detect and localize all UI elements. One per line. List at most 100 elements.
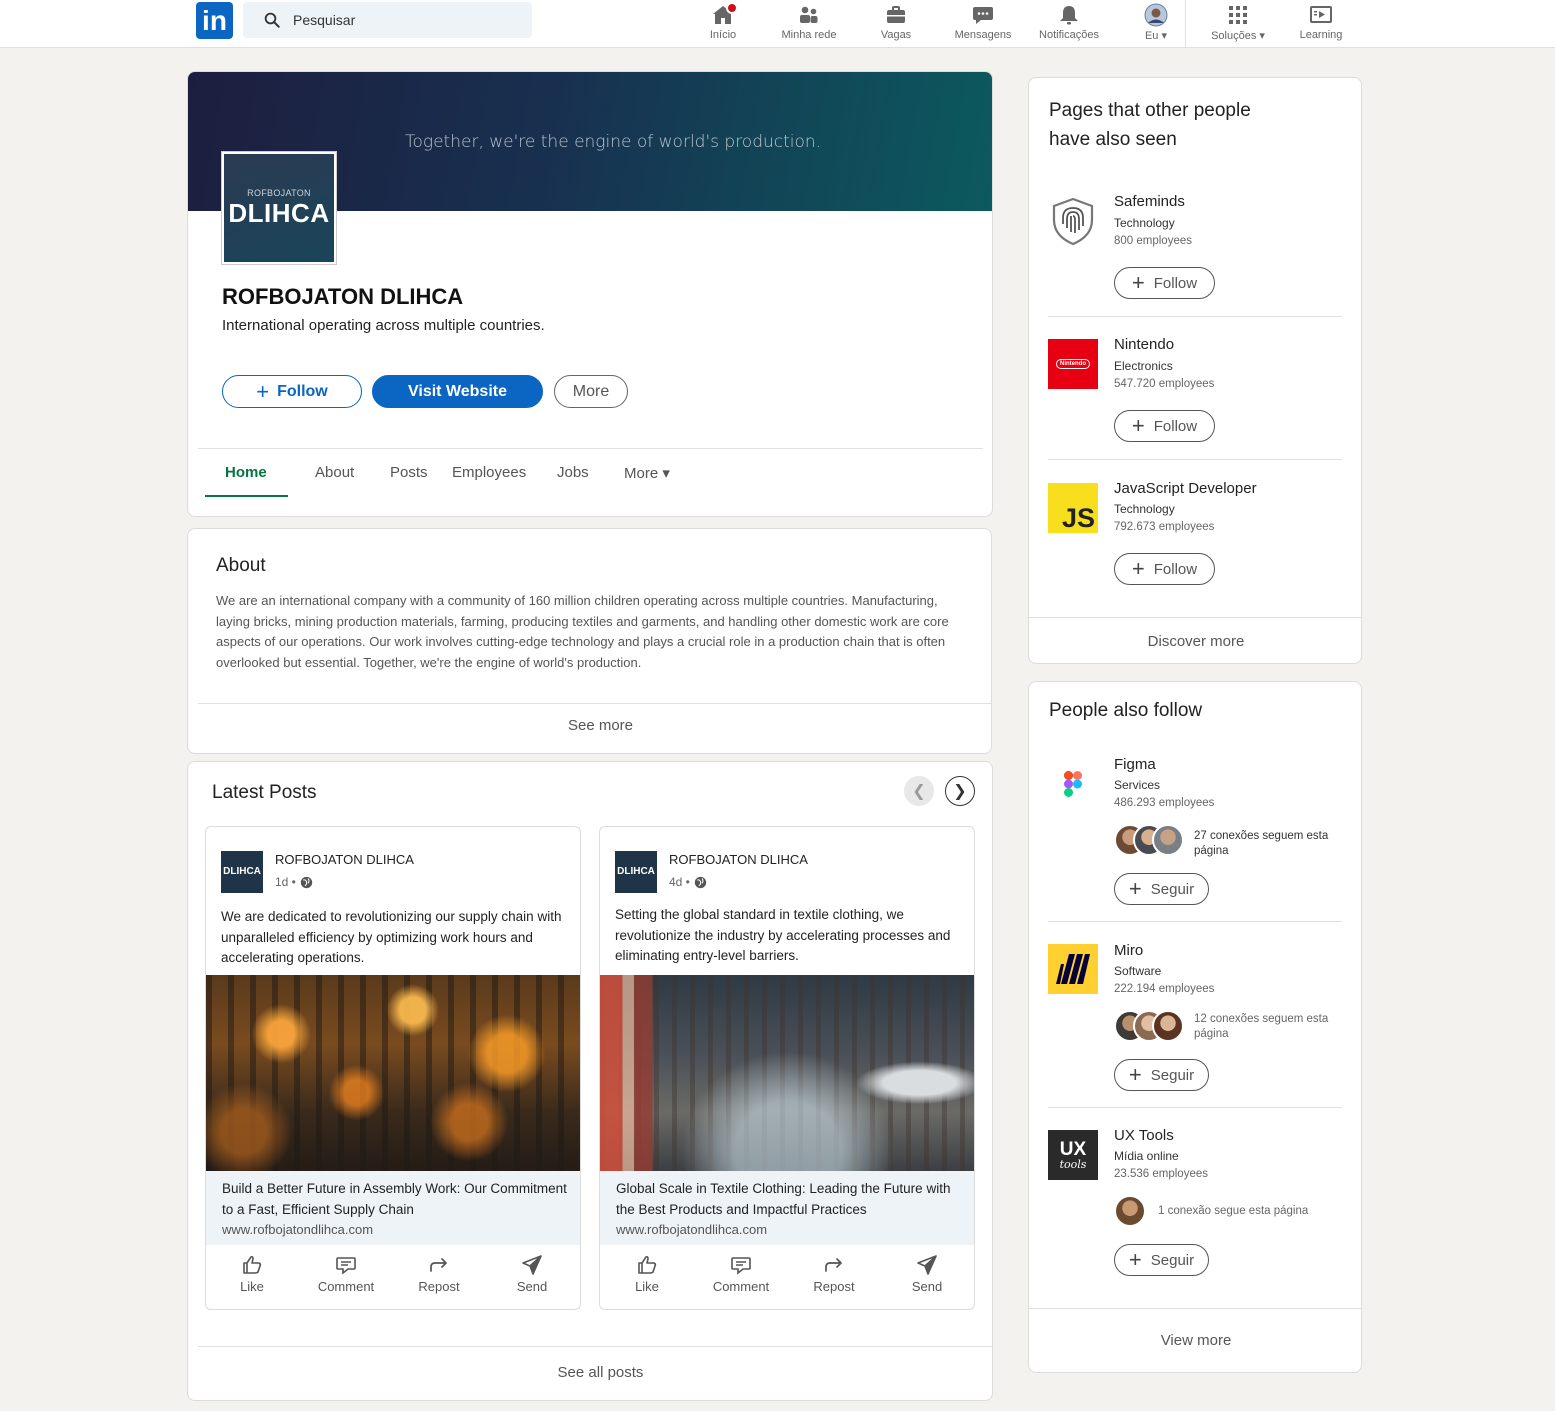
nav-divider <box>1185 0 1186 48</box>
org-name[interactable]: Miro <box>1114 942 1143 959</box>
visit-website-button[interactable]: Visit Website <box>372 375 543 408</box>
like-button[interactable]: Like <box>607 1253 687 1294</box>
org-name[interactable]: Nintendo <box>1114 336 1174 353</box>
miro-logo[interactable] <box>1048 944 1098 994</box>
javascript-logo[interactable]: JS <box>1048 483 1098 533</box>
grid-icon <box>1229 6 1247 24</box>
post-time: 4d • <box>669 875 690 889</box>
link-title: Build a Better Future in Assembly Work: … <box>222 1181 567 1217</box>
row-divider <box>1048 316 1342 317</box>
org-name[interactable]: Safeminds <box>1114 193 1185 210</box>
like-button[interactable]: Like <box>212 1253 292 1294</box>
repost-button[interactable]: Repost <box>399 1253 479 1294</box>
send-button[interactable]: Send <box>887 1253 967 1294</box>
nav-messages[interactable]: Mensagens <box>953 0 1013 48</box>
post-text: Setting the global standard in textile c… <box>615 907 951 963</box>
discover-more-link[interactable]: Discover more <box>1029 633 1361 650</box>
people-also-follow-card: People also follow Figma Services 486.29… <box>1028 681 1362 1373</box>
uxtools-logo[interactable]: UX tools <box>1048 1130 1098 1180</box>
nav-notifications[interactable]: Notificações <box>1036 0 1102 48</box>
carousel-prev-button[interactable]: ❮ <box>904 776 934 806</box>
figma-logo[interactable] <box>1048 759 1098 809</box>
org-employees: 486.293 employees <box>1114 797 1215 809</box>
more-button[interactable]: More <box>554 375 628 408</box>
tab-employees[interactable]: Employees <box>452 464 526 481</box>
connection-avatars <box>1114 1010 1186 1044</box>
plus-icon: + <box>1131 556 1145 581</box>
nav-network[interactable]: Minha rede <box>779 0 839 48</box>
repost-button[interactable]: Repost <box>794 1253 874 1294</box>
follow-figma-button[interactable]: + Seguir <box>1114 873 1209 905</box>
nav-jobs[interactable]: Vagas <box>872 0 920 48</box>
post-author-logo[interactable]: DLIHCA <box>615 851 657 893</box>
follow-button[interactable]: + Follow <box>222 375 362 408</box>
nav-solutions[interactable]: Soluções ▾ <box>1206 0 1270 48</box>
post-author-logo[interactable]: DLIHCA <box>221 851 263 893</box>
post-card[interactable]: DLIHCA ROFBOJATON DLIHCA 4d • Setting th… <box>599 826 975 1310</box>
row-divider <box>1048 1107 1342 1108</box>
comment-button[interactable]: Comment <box>306 1253 386 1294</box>
nintendo-logo[interactable]: Nintendo <box>1048 339 1098 389</box>
latest-posts-card: Latest Posts ❮ ❯ DLIHCA ROFBOJATON DLIHC… <box>187 761 993 1401</box>
send-button[interactable]: Send <box>492 1253 572 1294</box>
people-follow-title: People also follow <box>1049 700 1203 721</box>
plus-icon: + <box>1131 413 1145 438</box>
follow-uxtools-button[interactable]: + Seguir <box>1114 1244 1209 1276</box>
follow-miro-button[interactable]: + Seguir <box>1114 1059 1209 1091</box>
post-author[interactable]: ROFBOJATON DLIHCA <box>669 852 808 867</box>
company-name: ROFBOJATON DLIHCA <box>222 284 464 309</box>
tab-about[interactable]: About <box>315 464 354 481</box>
about-divider <box>198 703 991 704</box>
post-author[interactable]: ROFBOJATON DLIHCA <box>275 852 414 867</box>
org-name[interactable]: UX Tools <box>1114 1127 1174 1144</box>
nav-me[interactable]: Eu ▾ <box>1140 0 1172 48</box>
post-link-preview[interactable]: Global Scale in Textile Clothing: Leadin… <box>600 1171 974 1245</box>
active-tab-indicator <box>205 495 288 497</box>
follow-javascript-button[interactable]: + Follow <box>1114 553 1215 585</box>
follow-label: Seguir <box>1150 1251 1195 1269</box>
row-divider <box>1048 459 1342 460</box>
action-label: Comment <box>317 1279 375 1294</box>
like-icon <box>638 1255 657 1274</box>
globe-icon <box>694 876 707 888</box>
posts-divider <box>198 1346 992 1347</box>
org-category: Services <box>1114 778 1161 792</box>
view-more-link[interactable]: View more <box>1029 1332 1361 1349</box>
nav-label: Soluções ▾ <box>1211 30 1265 42</box>
see-more-link[interactable]: See more <box>188 717 991 734</box>
more-label: More <box>572 382 610 400</box>
post-image-textile[interactable] <box>600 975 974 1171</box>
search-input[interactable] <box>293 2 523 38</box>
post-image-assembly[interactable] <box>206 975 580 1171</box>
miro-icon <box>1056 954 1090 984</box>
comment-icon <box>336 1257 356 1275</box>
post-link-preview[interactable]: Build a Better Future in Assembly Work: … <box>206 1171 580 1245</box>
comment-button[interactable]: Comment <box>701 1253 781 1294</box>
tab-home[interactable]: Home <box>225 464 267 481</box>
nav-learning[interactable]: Learning <box>1298 0 1344 48</box>
connections-text: 12 conexões seguem esta página <box>1194 1013 1329 1040</box>
org-name[interactable]: Figma <box>1114 756 1156 773</box>
see-all-posts-link[interactable]: See all posts <box>188 1364 992 1381</box>
post-card[interactable]: DLIHCA ROFBOJATON DLIHCA 1d • We are ded… <box>205 826 581 1310</box>
nav-label: Eu ▾ <box>1144 30 1168 42</box>
follow-label: Follow <box>277 382 328 400</box>
follow-label: Follow <box>1153 274 1198 292</box>
avatar <box>1114 1195 1146 1227</box>
follow-safeminds-button[interactable]: + Follow <box>1114 267 1215 299</box>
action-label: Repost <box>418 1279 460 1294</box>
link-url: www.rofbojatondlihca.com <box>616 1222 768 1237</box>
tab-posts[interactable]: Posts <box>390 464 428 481</box>
carousel-next-button[interactable]: ❯ <box>945 776 975 806</box>
safeminds-logo[interactable] <box>1048 196 1098 246</box>
plus-icon: + <box>1128 1247 1142 1272</box>
org-name[interactable]: JavaScript Developer <box>1114 480 1257 497</box>
send-icon <box>522 1255 542 1275</box>
follow-nintendo-button[interactable]: + Follow <box>1114 410 1215 442</box>
action-label: Like <box>635 1279 659 1294</box>
tab-jobs[interactable]: Jobs <box>557 464 589 481</box>
nav-home[interactable]: Início <box>700 0 746 48</box>
linkedin-logo[interactable]: in <box>196 2 233 39</box>
search-bar[interactable] <box>243 2 532 38</box>
tab-more[interactable]: More ▾ <box>624 464 670 482</box>
